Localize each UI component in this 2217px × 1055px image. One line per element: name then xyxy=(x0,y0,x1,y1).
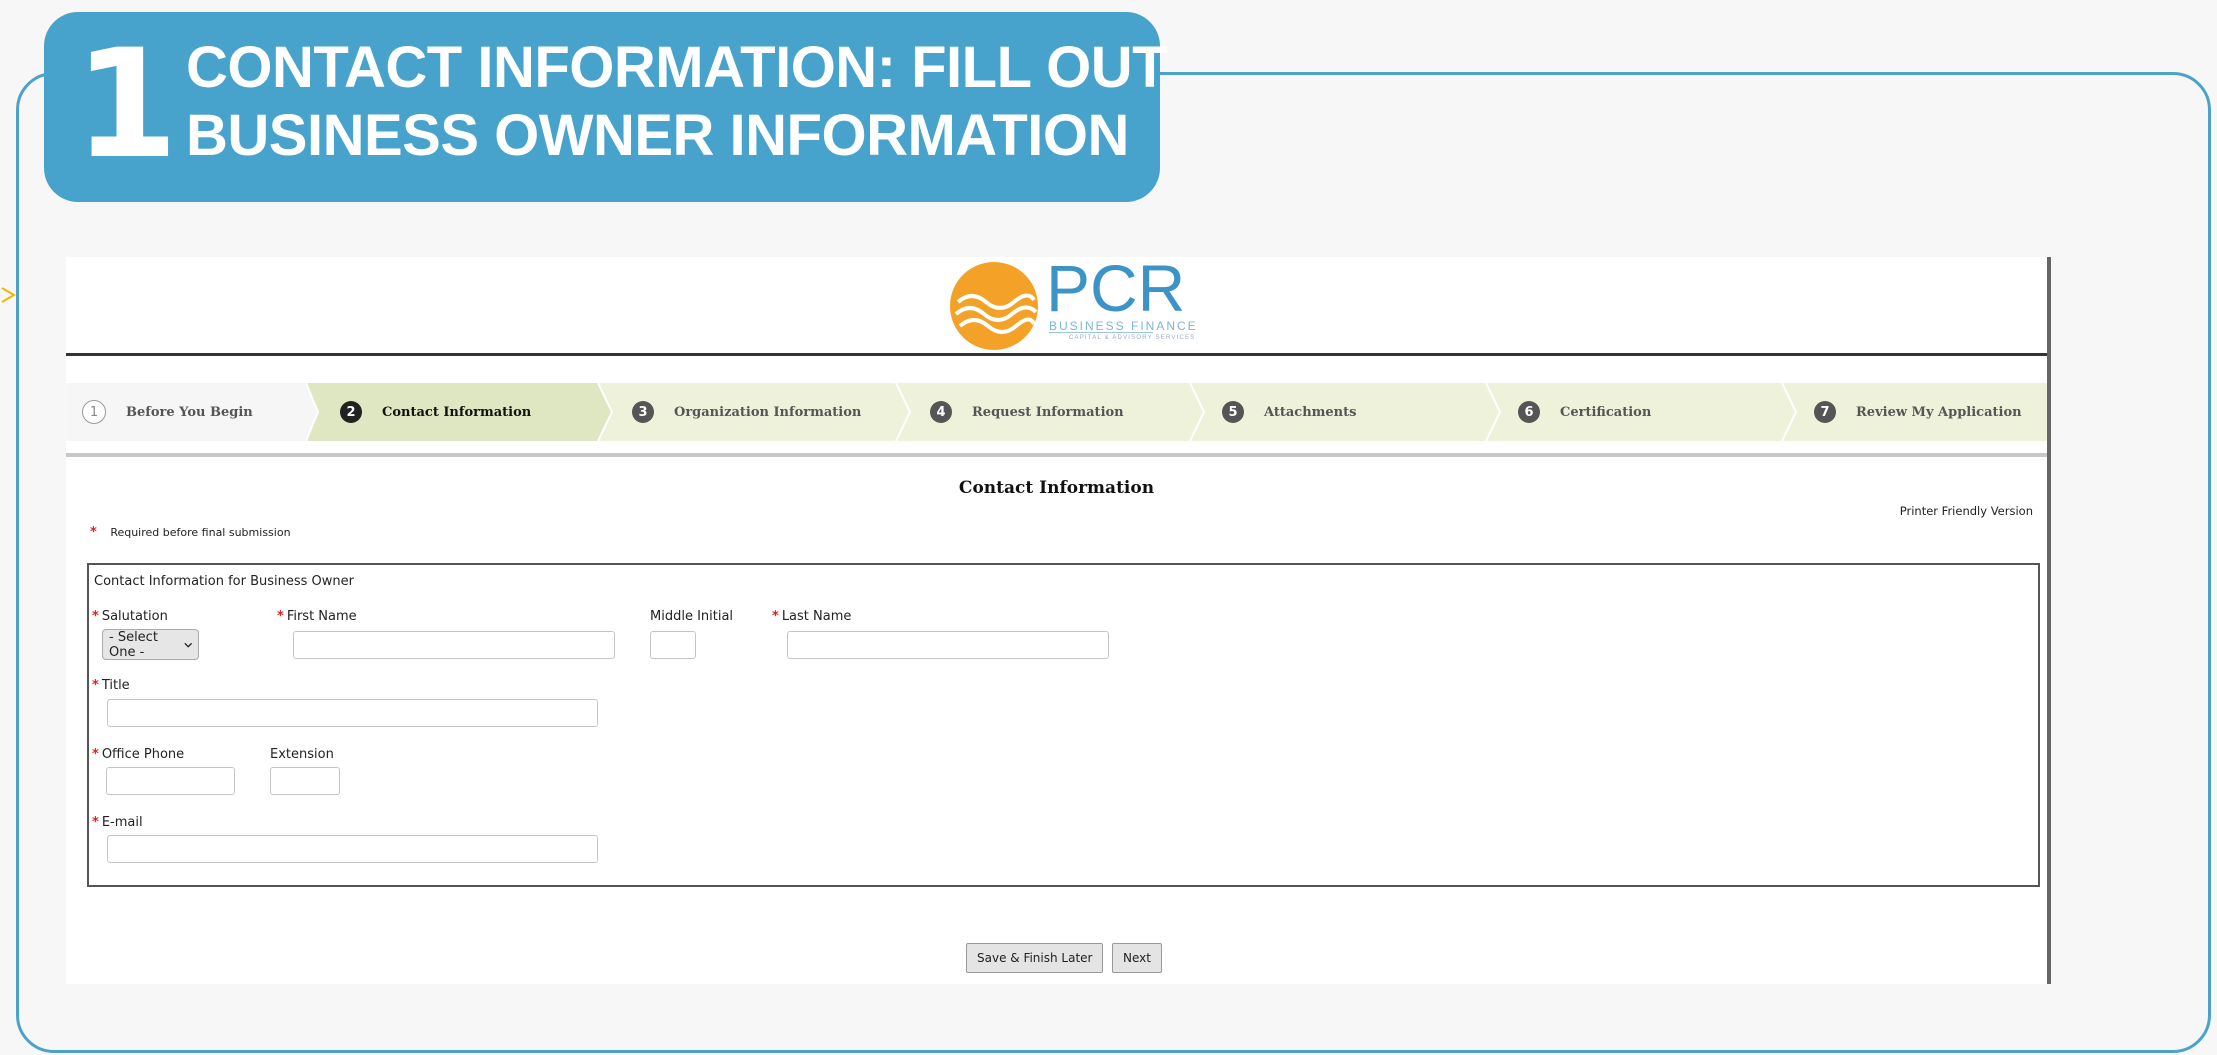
step-certification[interactable]: 6 Certification xyxy=(1518,383,1651,441)
salutation-value: - Select One - xyxy=(109,629,158,660)
step-number-badge: 1 xyxy=(82,400,106,424)
step-number-badge: 2 xyxy=(340,401,362,423)
required-marker-icon: * xyxy=(277,609,284,624)
printer-friendly-link[interactable]: Printer Friendly Version xyxy=(1900,504,2033,518)
pcr-wave-logo-icon xyxy=(950,262,1038,350)
step-label: Organization Information xyxy=(674,404,862,420)
form-section-title: Contact Information for Business Owner xyxy=(94,574,355,589)
step-number-badge: 7 xyxy=(1814,401,1836,423)
logo-divider xyxy=(1049,332,1153,333)
label-text: Salutation xyxy=(101,609,168,624)
contact-form-section: Contact Information for Business Owner *… xyxy=(87,563,2040,887)
required-marker-icon: * xyxy=(92,678,99,693)
save-finish-later-button[interactable]: Save & Finish Later xyxy=(966,943,1104,973)
required-marker-icon: * xyxy=(92,609,99,624)
required-legend-text: Required before final submission xyxy=(110,526,291,539)
stepbar-divider xyxy=(66,453,2047,457)
step-attachments[interactable]: 5 Attachments xyxy=(1222,383,1356,441)
logo-area: PCR BUSINESS FINANCE CAPITAL & ADVISORY … xyxy=(66,257,2047,353)
step-organization-information[interactable]: 3 Organization Information xyxy=(632,383,861,441)
required-marker-icon: * xyxy=(90,525,97,540)
step-label: Request Information xyxy=(972,404,1124,420)
title-field[interactable] xyxy=(107,699,598,727)
first-name-label: * First Name xyxy=(277,609,357,624)
label-text: Office Phone xyxy=(101,747,185,762)
label-text: First Name xyxy=(286,609,357,624)
first-name-field[interactable] xyxy=(293,631,615,659)
middle-initial-label: Middle Initial xyxy=(650,609,734,624)
logo-subtitle: BUSINESS FINANCE xyxy=(1049,319,1198,333)
step-review-my-application[interactable]: 7 Review My Application xyxy=(1814,383,2022,441)
title-label: * Title xyxy=(92,678,130,693)
step-label: Contact Information xyxy=(382,404,532,420)
required-marker-icon: * xyxy=(92,747,99,762)
label-text: E-mail xyxy=(101,815,143,830)
label-text: Last Name xyxy=(781,609,852,624)
logo-tagline: CAPITAL & ADVISORY SERVICES xyxy=(1069,335,1196,341)
middle-initial-field[interactable] xyxy=(650,631,696,659)
last-name-field[interactable] xyxy=(787,631,1109,659)
step-number-badge: 5 xyxy=(1222,401,1244,423)
logo-wordmark: PCR xyxy=(1046,257,1186,325)
header-divider xyxy=(66,353,2047,356)
step-label: Certification xyxy=(1560,404,1652,420)
step-number-badge: 4 xyxy=(930,401,952,423)
label-text: Title xyxy=(101,678,130,693)
salutation-select[interactable]: - Select One - xyxy=(102,629,199,660)
required-legend: * Required before final submission xyxy=(90,525,291,540)
header-banner: 1 CONTACT INFORMATION: FILL OUT BUSINESS… xyxy=(44,12,1168,202)
email-label: * E-mail xyxy=(92,815,143,830)
extension-field[interactable] xyxy=(270,767,340,795)
step-number-badge: 3 xyxy=(632,401,654,423)
step-number-badge: 6 xyxy=(1518,401,1540,423)
page-title: Contact Information xyxy=(958,478,1155,498)
application-screenshot: PCR BUSINESS FINANCE CAPITAL & ADVISORY … xyxy=(66,257,2051,984)
step-request-information[interactable]: 4 Request Information xyxy=(930,383,1124,441)
banner-title-line2: BUSINESS OWNER INFORMATION xyxy=(186,103,1129,168)
next-button[interactable]: Next xyxy=(1112,943,1162,973)
chevron-down-icon xyxy=(183,642,192,648)
extension-label: Extension xyxy=(270,747,334,762)
step-label: Attachments xyxy=(1264,404,1357,420)
banner-title-line1: CONTACT INFORMATION: FILL OUT xyxy=(186,35,1168,100)
last-name-label: * Last Name xyxy=(772,609,851,624)
required-marker-icon: * xyxy=(92,815,99,830)
required-marker-icon: * xyxy=(772,609,779,624)
banner-title: CONTACT INFORMATION: FILL OUT BUSINESS O… xyxy=(186,34,1168,170)
step-contact-information[interactable]: 2 Contact Information xyxy=(340,383,531,441)
step-before-you-begin[interactable]: 1 Before You Begin xyxy=(82,383,253,441)
office-phone-field[interactable] xyxy=(106,767,235,795)
step-label: Review My Application xyxy=(1856,404,2022,420)
step-number: 1 xyxy=(74,18,179,192)
arrow-decoration-icon xyxy=(1,287,16,303)
salutation-label: * Salutation xyxy=(92,609,168,624)
step-label: Before You Begin xyxy=(126,404,253,420)
email-field[interactable] xyxy=(107,835,598,863)
office-phone-label: * Office Phone xyxy=(92,747,184,762)
